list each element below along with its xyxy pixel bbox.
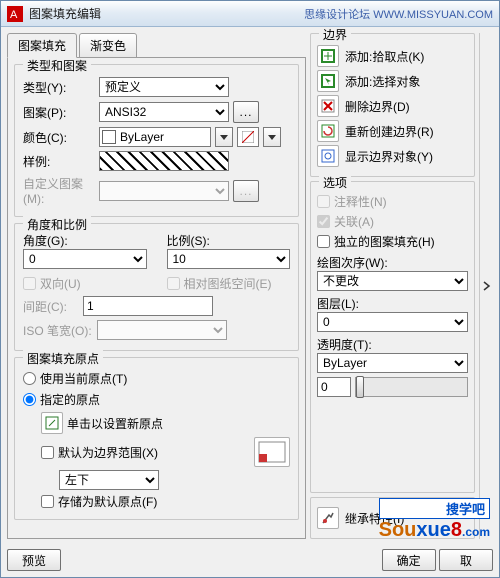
delete-icon [317, 95, 339, 117]
transparency-select[interactable]: ByLayer [317, 353, 468, 373]
recreate-boundary-button[interactable]: 重新创建边界(R) [317, 120, 468, 142]
paper-label: 相对图纸空间(E) [184, 275, 272, 292]
add-select-button[interactable]: 添加:选择对象 [317, 70, 468, 92]
pattern-browse-button[interactable]: ... [233, 101, 259, 123]
window-title: 图案填充编辑 [29, 5, 304, 22]
default-extent-label: 默认为边界范围(X) [58, 444, 158, 461]
tab-fill[interactable]: 图案填充 [7, 33, 77, 58]
sample-swatch[interactable] [99, 151, 229, 171]
spacing-input[interactable] [83, 296, 213, 316]
layer-label: 图层(L): [317, 295, 468, 312]
app-icon: A [7, 6, 23, 22]
independent-checkbox[interactable] [317, 235, 330, 248]
pattern-select[interactable]: ANSI32 [99, 102, 229, 122]
custom-pattern-label: 自定义图案(M): [23, 175, 95, 206]
watermark: 思缘设计论坛 WWW.MISSYUAN.COM [304, 6, 493, 22]
paper-checkbox [167, 277, 180, 290]
chevron-down-icon [268, 135, 276, 140]
transparency-slider[interactable] [355, 377, 468, 397]
use-current-radio[interactable] [23, 372, 36, 385]
transparency-label: 透明度(T): [317, 336, 468, 353]
draworder-label: 绘图次序(W): [317, 254, 468, 271]
view-boundary-button[interactable]: 显示边界对象(Y) [317, 145, 468, 167]
view-icon [317, 145, 339, 167]
options-title: 选项 [319, 174, 351, 191]
store-default-checkbox[interactable] [41, 495, 54, 508]
assoc-checkbox [317, 215, 330, 228]
color-dropdown-button[interactable] [215, 127, 233, 147]
add-pick-icon [317, 45, 339, 67]
bg-color-swatch[interactable] [237, 127, 259, 147]
scale-select[interactable]: 10 [167, 249, 291, 269]
tab-gradient[interactable]: 渐变色 [79, 33, 137, 58]
add-select-icon [317, 70, 339, 92]
draworder-select[interactable]: 不更改 [317, 271, 468, 291]
delete-boundary-button[interactable]: 删除边界(D) [317, 95, 468, 117]
specified-radio[interactable] [23, 393, 36, 406]
double-label: 双向(U) [40, 275, 81, 292]
angle-label: 角度(G): [23, 232, 147, 249]
custom-browse-button: ... [233, 180, 259, 202]
isopen-select [97, 320, 227, 340]
add-pick-button[interactable]: 添加:拾取点(K) [317, 45, 468, 67]
default-extent-checkbox[interactable] [41, 446, 54, 459]
ok-button[interactable]: 确定 [382, 549, 436, 571]
group-origin-title: 图案填充原点 [23, 350, 103, 367]
color-value: ByLayer [120, 130, 164, 144]
use-current-label: 使用当前原点(T) [40, 370, 127, 387]
chevron-down-icon [220, 135, 228, 140]
svg-text:A: A [10, 9, 18, 21]
annotative-checkbox [317, 195, 330, 208]
click-new-label: 单击以设置新原点 [67, 415, 163, 432]
type-label: 类型(Y): [23, 79, 95, 96]
transparency-input[interactable] [317, 377, 351, 397]
pattern-label: 图案(P): [23, 104, 95, 121]
spacing-label: 间距(C): [23, 298, 79, 315]
extent-select[interactable]: 左下 [59, 470, 159, 490]
angle-select[interactable]: 0 [23, 249, 147, 269]
color-label: 颜色(C): [23, 129, 95, 146]
color-swatch-icon [102, 130, 116, 144]
sample-label: 样例: [23, 153, 95, 170]
group-angle-title: 角度和比例 [23, 216, 91, 233]
set-origin-icon[interactable] [41, 412, 63, 434]
cancel-button[interactable]: 取 [439, 549, 493, 571]
recreate-icon [317, 120, 339, 142]
bg-color-dropdown-button[interactable] [263, 127, 281, 147]
origin-preview-icon [254, 437, 290, 467]
preview-button[interactable]: 预览 [7, 549, 61, 571]
titlebar: A 图案填充编辑 思缘设计论坛 WWW.MISSYUAN.COM [1, 1, 499, 27]
custom-pattern-select [99, 181, 229, 201]
double-checkbox [23, 277, 36, 290]
layer-select[interactable]: 0 [317, 312, 468, 332]
souxue-logo: 搜学吧 Souxue8.com [379, 498, 490, 542]
store-default-label: 存储为默认原点(F) [58, 493, 157, 510]
scale-label: 比例(S): [167, 232, 291, 249]
isopen-label: ISO 笔宽(O): [23, 322, 93, 339]
chevron-right-icon [483, 281, 491, 291]
group-type-title: 类型和图案 [23, 57, 91, 74]
inherit-icon [317, 507, 339, 529]
type-select[interactable]: 预定义 [99, 77, 229, 97]
specified-label: 指定的原点 [40, 391, 100, 408]
boundary-title: 边界 [319, 27, 351, 43]
expand-panel-button[interactable] [479, 33, 493, 539]
